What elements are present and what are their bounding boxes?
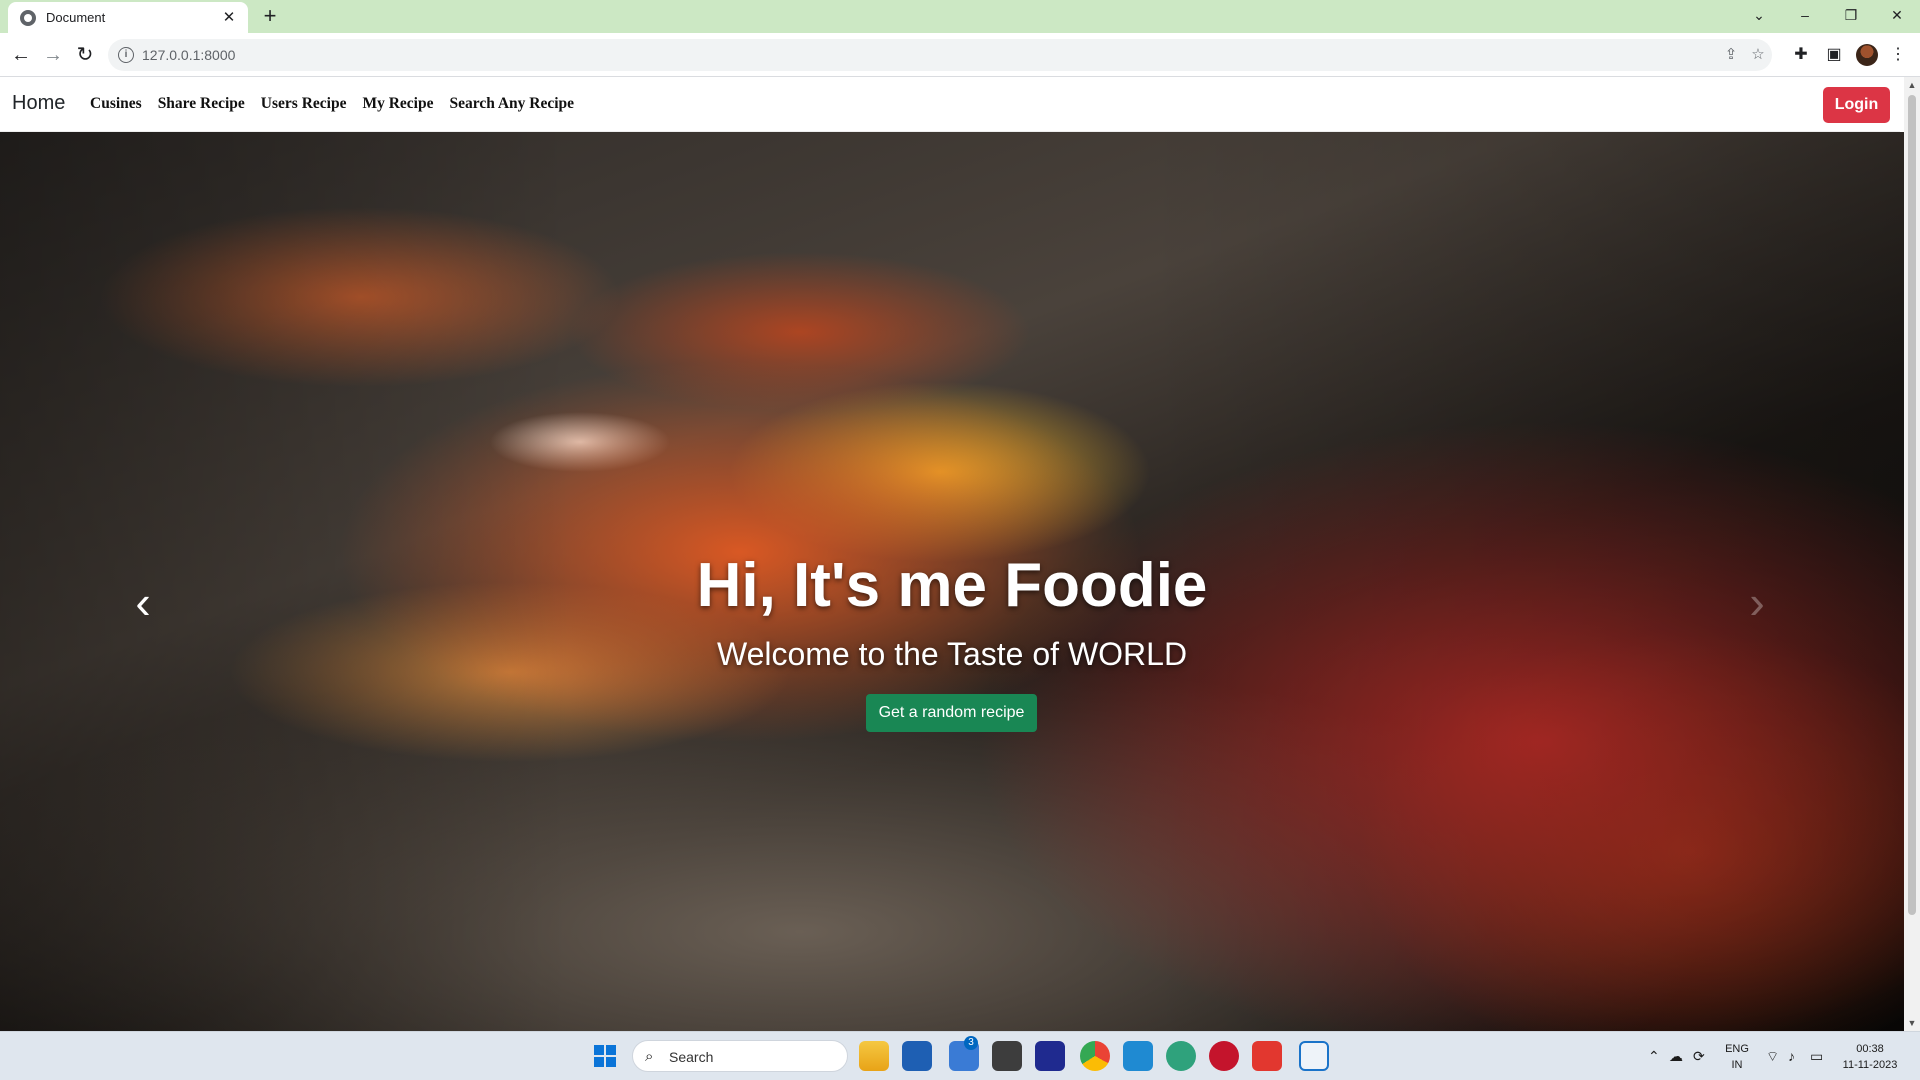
battery-icon[interactable]: ▭ <box>1810 1048 1823 1065</box>
close-tab-icon[interactable]: ✕ <box>220 9 238 27</box>
extensions-icon[interactable]: ✚ <box>1789 43 1813 67</box>
vscode-icon[interactable] <box>1123 1041 1153 1071</box>
tab-title: Document <box>46 10 106 25</box>
bookmark-star-icon[interactable]: ☆ <box>1748 45 1768 65</box>
minimize-button[interactable]: – <box>1782 0 1828 30</box>
anydesk-icon[interactable] <box>1252 1041 1282 1071</box>
wifi-icon[interactable]: ⌔ <box>1766 1048 1779 1066</box>
site-navbar: Home Cusines Share Recipe Users Recipe M… <box>0 77 1900 132</box>
menu-icon[interactable]: ⋮ <box>1886 43 1910 67</box>
page-scrollbar[interactable]: ▲ ▼ <box>1904 77 1920 1031</box>
taskbar-search[interactable]: ⌕ Search <box>632 1040 848 1072</box>
side-panel-icon[interactable]: ▣ <box>1822 43 1846 67</box>
browser-app-icon[interactable] <box>1166 1041 1196 1071</box>
nav-link-my-recipe[interactable]: My Recipe <box>362 95 433 113</box>
home-link[interactable]: Home <box>12 92 65 115</box>
media-app-icon[interactable] <box>1209 1041 1239 1071</box>
restore-button[interactable]: ❐ <box>1828 0 1874 30</box>
language-top[interactable]: ENG <box>1722 1043 1752 1055</box>
volume-icon[interactable]: ♪ <box>1788 1048 1795 1064</box>
pen-app-icon[interactable] <box>1035 1041 1065 1071</box>
onedrive-icon[interactable]: ☁ <box>1669 1048 1683 1065</box>
url-text: 127.0.0.1:8000 <box>142 47 236 63</box>
scroll-down-icon[interactable]: ▼ <box>1904 1015 1920 1031</box>
nav-links: Cusines Share Recipe Users Recipe My Rec… <box>90 95 574 113</box>
scroll-up-icon[interactable]: ▲ <box>1904 77 1920 93</box>
nav-link-users-recipe[interactable]: Users Recipe <box>261 95 347 113</box>
browser-tab[interactable]: Document ✕ <box>8 2 248 33</box>
tab-search-icon[interactable]: ⌄ <box>1736 0 1782 30</box>
browser-toolbar: ← → ↻ i 127.0.0.1:8000 ⇪ ☆ ✚ ▣ ⋮ <box>0 33 1920 77</box>
nav-link-cusines[interactable]: Cusines <box>90 95 142 113</box>
hero-carousel: ‹ › Hi, It's me Foodie Welcome to the Ta… <box>0 132 1904 1031</box>
close-window-button[interactable]: ✕ <box>1874 0 1920 30</box>
site-info-icon[interactable]: i <box>118 47 134 63</box>
profile-avatar[interactable] <box>1856 44 1878 66</box>
random-recipe-button[interactable]: Get a random recipe <box>866 694 1037 732</box>
hero-title: Hi, It's me Foodie <box>696 551 1208 620</box>
login-button[interactable]: Login <box>1823 87 1890 123</box>
clock-date[interactable]: 11-11-2023 <box>1838 1059 1902 1071</box>
scroll-thumb[interactable] <box>1908 95 1916 915</box>
language-bottom[interactable]: IN <box>1722 1059 1752 1071</box>
hero-subtitle: Welcome to the Taste of WORLD <box>716 636 1188 672</box>
nav-link-share-recipe[interactable]: Share Recipe <box>158 95 245 113</box>
window-app-icon[interactable] <box>1299 1041 1329 1071</box>
browser-tab-strip: Document ✕ + ⌄ – ❐ ✕ <box>0 0 1920 33</box>
unity-icon[interactable] <box>992 1041 1022 1071</box>
globe-icon <box>20 9 36 26</box>
reload-icon[interactable]: ↻ <box>73 43 97 67</box>
forward-icon[interactable]: → <box>41 43 65 67</box>
file-explorer-icon[interactable] <box>859 1041 889 1071</box>
back-icon[interactable]: ← <box>9 43 33 67</box>
windows-taskbar: ⌕ Search 3 ⌃ ☁ ⟳ ENG IN ⌔ ♪ ▭ 00:38 11-1… <box>0 1031 1920 1080</box>
address-bar[interactable]: i 127.0.0.1:8000 ⇪ ☆ <box>108 39 1772 71</box>
chrome-icon[interactable] <box>1080 1041 1110 1071</box>
tray-chevron-icon[interactable]: ⌃ <box>1648 1048 1660 1065</box>
search-icon: ⌕ <box>645 1048 654 1065</box>
store-icon[interactable] <box>902 1041 932 1071</box>
share-icon[interactable]: ⇪ <box>1721 45 1741 65</box>
new-tab-button[interactable]: + <box>258 5 282 29</box>
clock-time[interactable]: 00:38 <box>1840 1043 1900 1055</box>
nav-link-search-any-recipe[interactable]: Search Any Recipe <box>449 95 574 113</box>
windows-start-icon[interactable] <box>594 1045 616 1067</box>
taskbar-search-placeholder: Search <box>669 1049 714 1065</box>
notification-badge: 3 <box>964 1036 978 1050</box>
sync-icon[interactable]: ⟳ <box>1693 1048 1705 1065</box>
